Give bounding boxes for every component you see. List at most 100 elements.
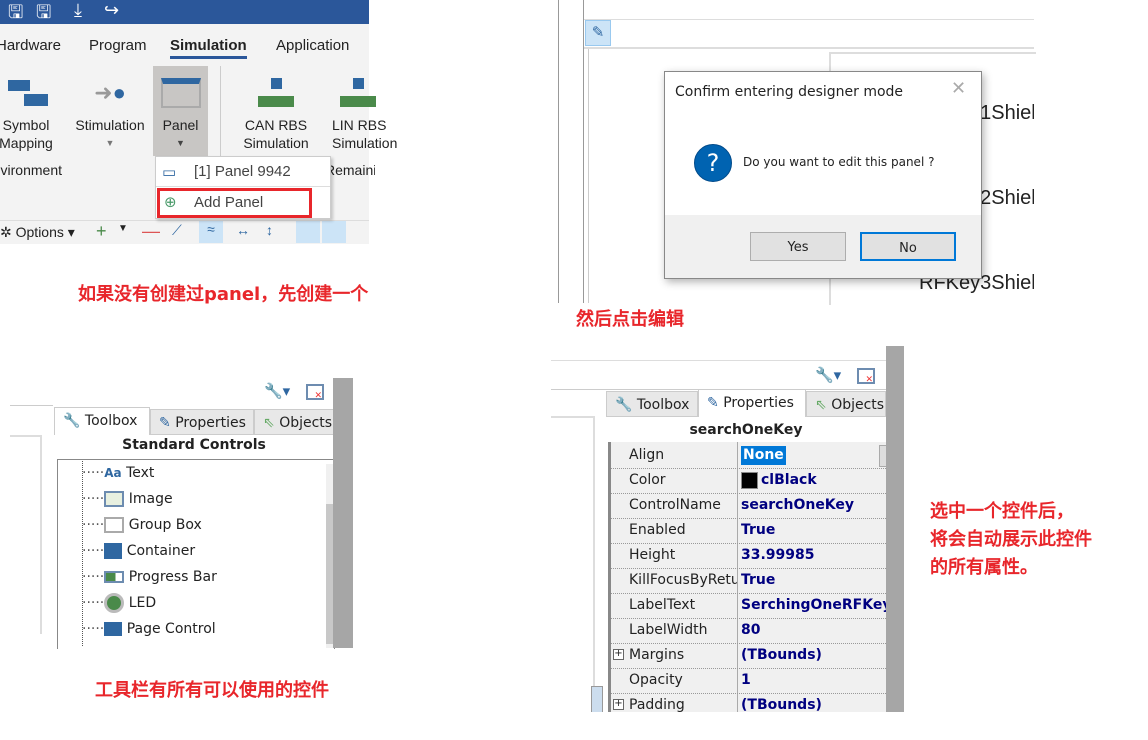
property-value[interactable]: None (741, 446, 786, 465)
no-button[interactable]: No (860, 232, 956, 261)
property-value[interactable]: True (741, 568, 775, 593)
property-row[interactable]: + Margins (TBounds) (611, 643, 886, 669)
property-value[interactable]: clBlack (761, 468, 817, 493)
ribbon-screenshot: 🖫 🖫 ⤓ ↪ Hardware Program Simulation Appl… (0, 0, 397, 244)
question-icon: ? (694, 144, 732, 182)
stimulation-button[interactable]: ➜● Stimulation ▼ (72, 78, 148, 152)
toolbox-item-led[interactable]: ····· LED (82, 590, 156, 616)
cursor-icon: ⇖ (263, 415, 275, 431)
options-button[interactable]: ✲ Options ▾ (0, 224, 75, 241)
add-icon[interactable]: + (96, 221, 107, 242)
tab-hardware[interactable]: Hardware (0, 37, 61, 54)
panel-dropdown-menu: ▭ [1] Panel 9942 ⊕ Add Panel (155, 156, 331, 219)
property-key: Margins (629, 647, 685, 663)
property-value[interactable]: (TBounds) (741, 693, 822, 712)
property-row[interactable]: KillFocusByReturnTrue (611, 568, 886, 594)
remove-icon[interactable]: — (142, 221, 160, 242)
property-row[interactable]: LabelText SerchingOneRFKey (611, 593, 891, 619)
property-key: Opacity (629, 672, 683, 688)
wrench-dropdown-icon[interactable]: 🔧▾ (815, 366, 841, 384)
property-value[interactable]: 1 (741, 668, 751, 693)
tab-application[interactable]: Application (276, 37, 349, 54)
expand-icon[interactable]: + (613, 649, 624, 660)
tab-simulation[interactable]: Simulation (170, 37, 247, 59)
tab-toolbox[interactable]: 🔧 Toolbox (54, 407, 150, 435)
close-window-icon[interactable]: ✕ (857, 368, 875, 384)
share-icon[interactable]: ↪ (104, 0, 119, 21)
fit-horizontal-icon[interactable]: ↔ (236, 222, 250, 238)
toolbox-item-page-control[interactable]: ····· Page Control (82, 616, 216, 642)
property-key: Height (629, 547, 676, 563)
toolbox-list: ·····Aa Text ····· Image ····· Group Box… (82, 460, 322, 644)
selected-object-name: searchOneKey (689, 422, 803, 438)
wrench-icon: 🔧 (63, 413, 81, 429)
led-icon (104, 593, 125, 613)
scrollbar[interactable] (326, 464, 333, 648)
tab-objects[interactable]: ⇖ Objects (806, 391, 886, 417)
tab-properties[interactable]: ✎ Properties (698, 389, 806, 417)
tab-objects[interactable]: ⇖ Objects (254, 409, 344, 435)
property-value[interactable]: SerchingOneRFKey (741, 593, 891, 618)
cursor-icon: ⇖ (815, 397, 827, 413)
toolbox-item-container[interactable]: ····· Container (82, 538, 195, 564)
property-row[interactable]: Enabled True (611, 518, 886, 544)
wrench-icon: 🔧 (615, 397, 633, 413)
toolbox-item-text[interactable]: ·····Aa Text (82, 460, 154, 486)
property-value[interactable]: searchOneKey (741, 493, 854, 518)
menu-item-panel-9942[interactable]: ▭ [1] Panel 9942 (162, 163, 312, 185)
property-key: Padding (629, 697, 685, 712)
close-window-icon[interactable]: ✕ (306, 384, 324, 400)
property-value[interactable]: 80 (741, 618, 760, 643)
symbol-mapping-icon (8, 78, 48, 108)
lin-rbs-simulation-button[interactable]: LIN RBS Simulation (324, 78, 397, 152)
property-value[interactable]: True (741, 518, 775, 543)
dialog-message: Do you want to edit this panel ? (743, 155, 935, 169)
symbol-mapping-button[interactable]: Symbol Mapping (0, 78, 56, 152)
property-value[interactable]: 33.99985 (741, 543, 815, 568)
split-icon[interactable] (322, 221, 346, 243)
menu-item-add-panel[interactable]: ⊕ Add Panel (157, 188, 312, 218)
property-row[interactable]: LabelWidth 80 (611, 618, 886, 644)
properties-icon: ✎ (707, 395, 719, 411)
yes-button[interactable]: Yes (750, 232, 846, 261)
tab-toolbox[interactable]: 🔧 Toolbox (606, 391, 698, 417)
dialog-title: Confirm entering designer mode (675, 84, 904, 100)
wrench-dropdown-icon[interactable]: 🔧▾ (264, 382, 290, 400)
toolbox-item-image[interactable]: ····· Image (82, 486, 173, 512)
fit-vertical-icon[interactable]: ↕ (266, 222, 273, 238)
property-row[interactable]: Color clBlack (611, 468, 886, 494)
property-row[interactable]: + Padding (TBounds) (611, 693, 886, 712)
property-key: LabelWidth (629, 622, 708, 638)
can-rbs-simulation-button[interactable]: CAN RBS Simulation (236, 78, 316, 152)
tab-program[interactable]: Program (89, 37, 147, 54)
wave-icon[interactable]: ≈ (199, 221, 223, 243)
toolbox-item-group-box[interactable]: ····· Group Box (82, 512, 202, 538)
edit-pencil-button[interactable]: ✎ (585, 20, 611, 46)
property-value[interactable]: (TBounds) (741, 643, 822, 668)
property-row[interactable]: Opacity 1 (611, 668, 886, 694)
caption-step4: 选中一个控件后， 将会自动展示此控件 的所有属性。 (930, 501, 1092, 578)
align-icon[interactable] (296, 221, 320, 243)
progress-bar-icon (104, 571, 125, 583)
property-row[interactable]: ControlName searchOneKey (611, 493, 886, 519)
add-circle-icon: ⊕ (164, 194, 177, 211)
caption-step1: 如果没有创建过panel，先创建一个 (78, 284, 369, 305)
close-icon[interactable]: ✕ (951, 78, 966, 99)
property-row[interactable]: Align None (611, 443, 891, 469)
tab-properties[interactable]: ✎ Properties (150, 409, 254, 435)
download-icon[interactable]: ⤓ (74, 0, 82, 21)
chevron-down-icon[interactable]: ▼ (118, 223, 128, 234)
property-row[interactable]: Height 33.99985 (611, 543, 886, 569)
panel-button[interactable]: Panel ▼ (153, 78, 208, 152)
panel-icon (160, 78, 201, 108)
divider (558, 0, 559, 303)
toolbox-item-progress-bar[interactable]: ····· Progress Bar (82, 564, 217, 590)
network-icon (340, 78, 376, 108)
divider (220, 66, 221, 156)
property-key: ControlName (629, 497, 721, 513)
group-box-icon (104, 517, 125, 533)
scrollbar[interactable] (591, 686, 603, 712)
expand-icon[interactable]: + (613, 699, 624, 710)
property-key: Align (629, 447, 665, 463)
line-chart-icon[interactable]: ⟋ (172, 222, 182, 239)
